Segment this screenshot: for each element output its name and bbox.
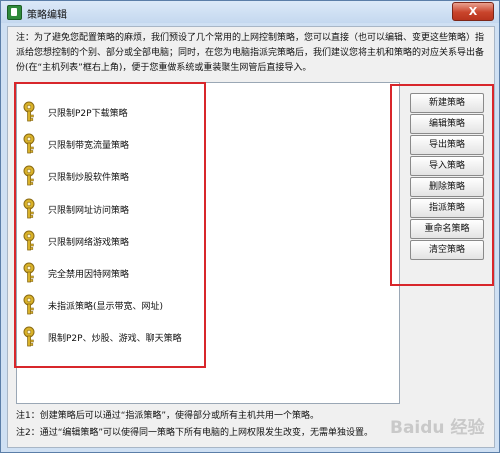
close-button[interactable]: X	[452, 2, 494, 21]
intro-text: 注：为了避免您配置策略的麻烦，我们预设了几个常用的上网控制策略，您可以直接（也可…	[16, 33, 485, 73]
policy-list-highlight	[14, 82, 206, 368]
app-icon	[7, 5, 22, 20]
title-bar[interactable]: 策略编辑 X	[1, 1, 499, 23]
window-title: 策略编辑	[27, 10, 67, 21]
note-1: 注1：创建策略后可以通过“指派策略”，使得部分或所有主机共用一个策略。	[16, 411, 320, 421]
note-2: 注2：通过“编辑策略”可以使得同一策略下所有电脑的上网权限发生改变，无需单独设置…	[16, 428, 374, 438]
buttons-highlight	[390, 84, 494, 286]
notes: 注1：创建策略后可以通过“指派策略”，使得部分或所有主机共用一个策略。 注2：通…	[16, 408, 373, 442]
watermark: Baidu 经验	[390, 418, 485, 438]
